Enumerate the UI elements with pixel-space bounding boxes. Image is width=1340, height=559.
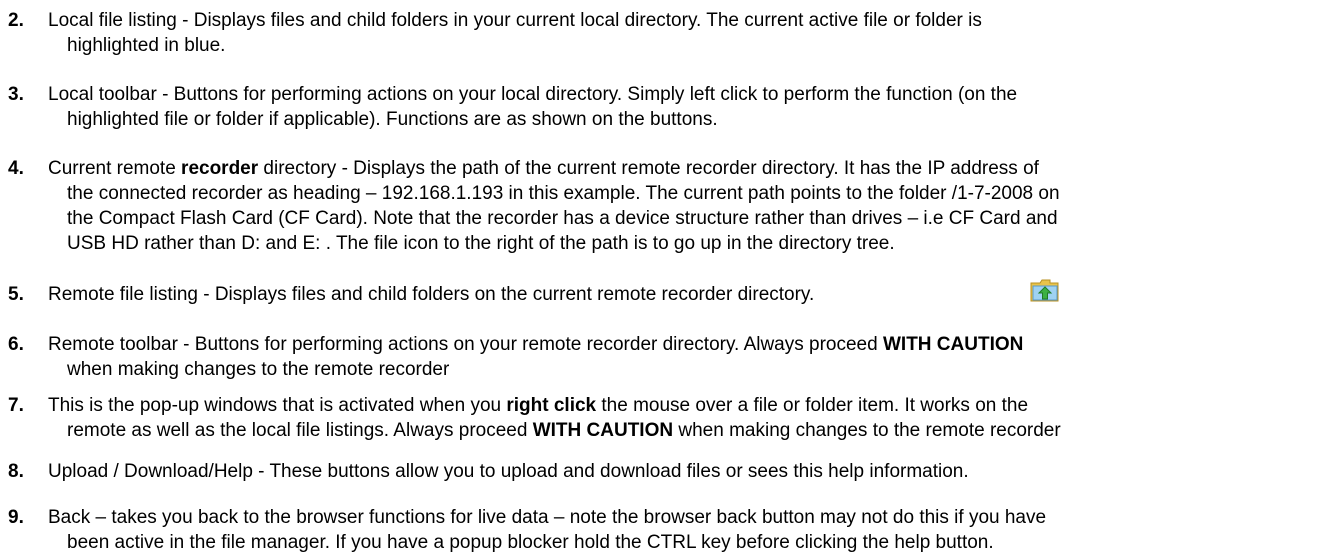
item-number: 3.	[8, 84, 24, 105]
item-number: 7.	[8, 395, 24, 416]
item-text-line: when making changes to the remote record…	[67, 359, 450, 380]
item-text-line: Current remote recorder directory - Disp…	[48, 158, 1039, 179]
item-text-line: This is the pop-up windows that is activ…	[48, 395, 1029, 416]
item-text-line: Back – takes you back to the browser fun…	[48, 507, 1047, 528]
item-text-line: Remote toolbar - Buttons for performing …	[48, 334, 1024, 355]
folder-up-icon	[1030, 279, 1059, 302]
item-number: 6.	[8, 334, 24, 355]
bold-term: recorder	[181, 158, 259, 179]
help-document: { "items": [ { "number": "2.", "lines": …	[0, 0, 1340, 559]
item-text-line: USB HD rather than D: and E: . The file …	[67, 233, 895, 254]
item-number: 9.	[8, 507, 24, 528]
item-number: 8.	[8, 461, 24, 482]
item-text-line: been active in the file manager. If you …	[67, 532, 994, 553]
item-text-line: the connected recorder as heading – 192.…	[67, 183, 1060, 204]
item-number: 4.	[8, 158, 24, 179]
item-text-line: remote as well as the local file listing…	[67, 420, 1061, 441]
caution-text: WITH CAUTION	[532, 420, 674, 441]
item-text-line: Local toolbar - Buttons for performing a…	[48, 84, 1018, 105]
item-text-line: the Compact Flash Card (CF Card). Note t…	[67, 208, 1058, 229]
item-text-line: Upload / Download/Help - These buttons a…	[48, 461, 969, 482]
caution-text: WITH CAUTION	[882, 334, 1024, 355]
item-number: 5.	[8, 284, 24, 305]
item-text-line: highlighted file or folder if applicable…	[67, 109, 718, 130]
bold-term: right click	[506, 395, 597, 416]
item-text-line: highlighted in blue.	[67, 35, 226, 56]
item-number: 2.	[8, 10, 24, 31]
item-text-line: Local file listing - Displays files and …	[48, 10, 982, 31]
item-text-line: Remote file listing - Displays files and…	[48, 284, 815, 305]
